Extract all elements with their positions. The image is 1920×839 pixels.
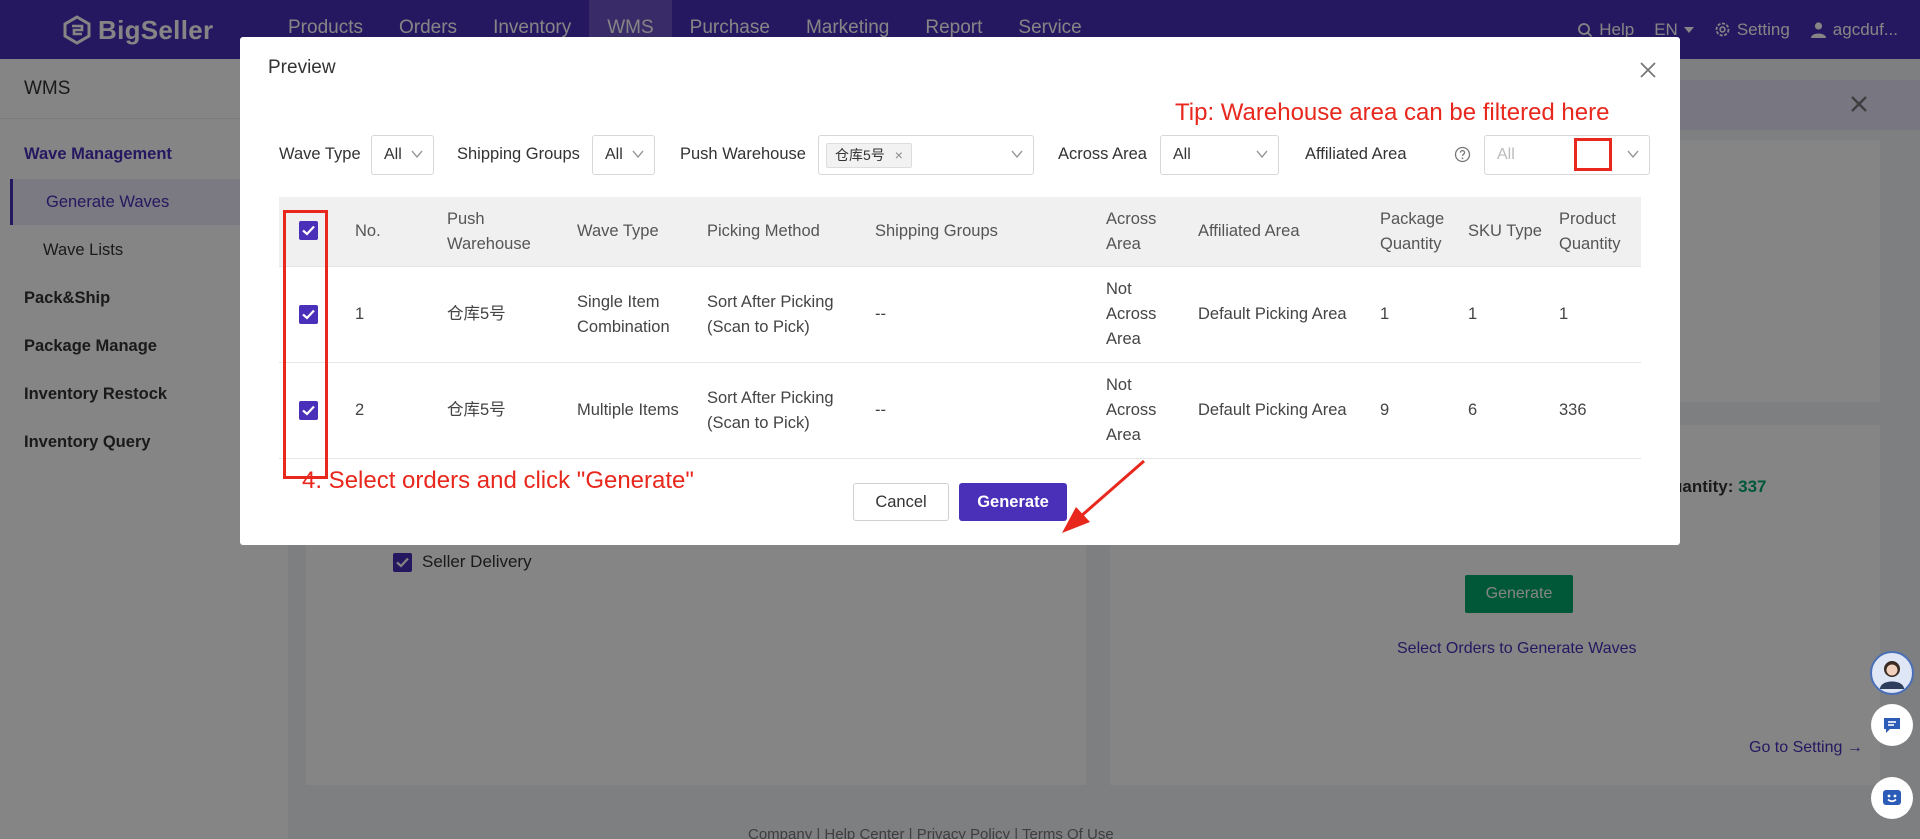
support-agent-icon <box>1880 661 1904 689</box>
table-row[interactable]: 2 仓库5号 Multiple Items Sort After Picking… <box>279 363 1641 459</box>
cell-wave-type: Single Item Combination <box>577 293 670 336</box>
affiliated-area-label: Affiliated Area <box>1305 145 1407 163</box>
warehouse-area-tip: Tip: Warehouse area can be filtered here <box>1175 99 1610 126</box>
chevron-down-icon <box>411 150 423 158</box>
cell-shipping-groups: -- <box>875 305 886 323</box>
step-annotation: 4. Select orders and click "Generate" <box>302 467 694 494</box>
preview-modal: Preview Tip: Warehouse area can be filte… <box>240 37 1680 545</box>
cell-sku-type: 6 <box>1468 401 1478 419</box>
col-across-area: Across Area <box>1106 210 1157 253</box>
shipping-groups-value: All <box>605 146 623 163</box>
push-warehouse-label: Push Warehouse <box>680 145 806 163</box>
help-circle-icon[interactable] <box>1454 146 1471 163</box>
affiliated-area-highlight <box>1574 138 1612 171</box>
cell-product-quantity: 336 <box>1559 401 1587 419</box>
smile-icon <box>1883 790 1901 805</box>
cell-no: 2 <box>355 401 365 419</box>
cell-package-quantity: 9 <box>1380 401 1390 419</box>
chevron-down-icon <box>1256 150 1268 158</box>
across-area-value: All <box>1173 146 1191 163</box>
cell-across-area: Not Across Area <box>1106 376 1157 444</box>
wave-type-value: All <box>384 146 402 163</box>
col-product-quantity: Product Quantity <box>1559 210 1621 253</box>
table-header: No. Push Warehouse Wave Type Picking Met… <box>279 197 1641 267</box>
chat-icon <box>1884 718 1900 733</box>
col-picking-method: Picking Method <box>707 222 820 240</box>
wave-type-select[interactable]: All <box>371 135 434 175</box>
across-area-label: Across Area <box>1058 145 1147 163</box>
push-warehouse-select[interactable]: 仓库5号 × <box>818 135 1034 175</box>
col-shipping-groups: Shipping Groups <box>875 222 998 240</box>
chevron-down-icon <box>1011 150 1023 158</box>
cell-no: 1 <box>355 305 365 323</box>
shipping-groups-select[interactable]: All <box>592 135 655 175</box>
across-area-select[interactable]: All <box>1160 135 1279 175</box>
close-icon[interactable] <box>1635 57 1661 83</box>
col-wave-type: Wave Type <box>577 222 659 240</box>
affiliated-area-value: All <box>1497 146 1515 163</box>
col-sku-type: SKU Type <box>1468 222 1542 240</box>
wave-type-label: Wave Type <box>279 145 361 163</box>
col-no: No. <box>355 222 381 240</box>
tag-remove-icon[interactable]: × <box>895 147 903 163</box>
cancel-button[interactable]: Cancel <box>853 483 949 521</box>
cell-product-quantity: 1 <box>1559 305 1569 323</box>
cell-package-quantity: 1 <box>1380 305 1390 323</box>
filter-bar: Wave Type All Shipping Groups All Push W… <box>279 135 1679 175</box>
feedback-button[interactable] <box>1871 777 1913 819</box>
checkbox-column-highlight <box>283 210 328 479</box>
warehouse-tag-label: 仓库5号 <box>835 147 885 163</box>
cell-picking-method: Sort After Picking (Scan to Pick) <box>707 293 834 336</box>
cell-push-warehouse: 仓库5号 <box>447 401 506 419</box>
cell-affiliated-area: Default Picking Area <box>1198 305 1347 323</box>
avatar[interactable] <box>1870 651 1914 695</box>
cell-sku-type: 1 <box>1468 305 1478 323</box>
cell-across-area: Not Across Area <box>1106 280 1157 348</box>
col-affiliated-area: Affiliated Area <box>1198 222 1300 240</box>
chevron-down-icon <box>632 150 644 158</box>
cell-affiliated-area: Default Picking Area <box>1198 401 1347 419</box>
col-push-warehouse: Push Warehouse <box>447 210 531 253</box>
cell-wave-type: Multiple Items <box>577 401 679 419</box>
red-arrow-icon <box>1062 459 1145 533</box>
table-row[interactable]: 1 仓库5号 Single Item Combination Sort Afte… <box>279 267 1641 363</box>
modal-title: Preview <box>268 57 336 78</box>
cell-shipping-groups: -- <box>875 401 886 419</box>
affiliated-area-select[interactable]: All <box>1484 135 1650 175</box>
shipping-groups-label: Shipping Groups <box>457 145 580 163</box>
chat-button[interactable] <box>1871 704 1913 746</box>
chevron-down-icon <box>1627 150 1639 158</box>
cell-push-warehouse: 仓库5号 <box>447 305 506 323</box>
col-package-quantity: Package Quantity <box>1380 210 1445 253</box>
warehouse-tag: 仓库5号 × <box>826 143 912 168</box>
cell-picking-method: Sort After Picking (Scan to Pick) <box>707 389 834 432</box>
